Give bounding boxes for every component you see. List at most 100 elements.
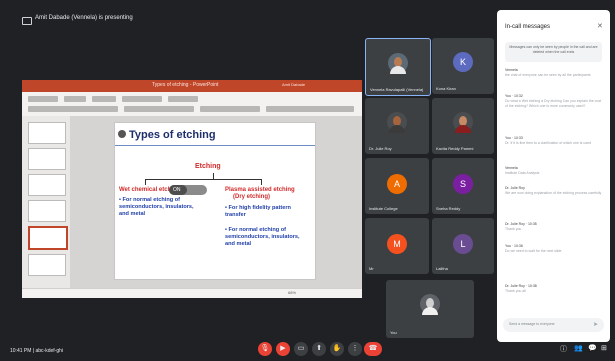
participant-name: Kavita Reddy Pammi [436,146,474,151]
chat-message: Dr. Julie Roy We are now doing explanatio… [505,186,602,196]
captions-icon[interactable]: ▭ [294,342,308,356]
present-icon[interactable]: ⬆ [312,342,326,356]
tree-root-label: Etching [195,163,221,170]
chat-input-placeholder: Send a message to everyone [509,322,555,326]
ribbon-tab[interactable] [168,96,198,102]
wet-etching-bullet: • For normal etching of semiconductors, … [119,197,194,217]
camera-off-icon[interactable]: ▶ [276,342,290,356]
participant-tile[interactable]: Vennela Ravulapalli (Vennela) [365,38,431,96]
title-divider [115,145,315,146]
participant-name: Vennela Ravulapalli (Vennela) [370,87,424,92]
chat-icon[interactable]: 💬 [588,344,597,352]
avatar: K [453,52,473,72]
self-view-tile[interactable]: You [386,280,474,338]
ribbon-tab[interactable] [122,96,162,102]
ppt-status-bar: 68% [22,288,362,298]
chat-message: Dr. Julie Roy · 10:38 Thank you all [505,284,602,294]
participant-tile[interactable]: K Kona Kiran [432,38,494,94]
send-icon[interactable]: ➤ [593,321,598,328]
message-body: the chat of everyone can be seen by all … [505,73,591,77]
chat-notice: Messages can only be seen by people in t… [505,42,602,62]
plasma-etching-bullet: • For high fidelity pattern transfer [225,205,291,218]
participant-photo [453,112,473,133]
chat-message: You · 10:33 Dr. If it is fine then to a c… [505,136,602,146]
meeting-code: abc-kdef-ghi [35,348,64,354]
ribbon-tab[interactable] [92,96,116,102]
ribbon-tab[interactable] [64,96,86,102]
participant-tile[interactable]: M Mr [365,218,429,274]
slide-title: Types of etching [129,129,216,141]
chat-title: In-call messages [505,24,551,30]
avatar: A [387,174,407,194]
raise-hand-icon[interactable]: ✋ [330,342,344,356]
ribbon-group[interactable] [266,106,354,112]
presenting-label: Amit Dabade (Vennela) is presenting [35,15,133,21]
plasma-etching-subtitle: (Dry etching) [233,194,271,200]
zoom-level[interactable]: 68% [288,290,296,295]
chat-message: Vennela Institute Data Analysis [505,166,602,176]
participant-name: You [390,330,397,335]
avatar: S [453,174,473,194]
tree-connector [261,179,262,185]
close-icon[interactable]: ✕ [597,22,603,30]
ppt-titlebar: Types of etching - PowerPoint Amit Dabad… [22,80,362,92]
mic-off-icon[interactable]: 🎙 [258,342,272,356]
participant-name: Mr [369,266,374,271]
slide-thumbnail[interactable] [28,174,66,196]
chat-input[interactable]: Send a message to everyone ➤ [503,318,604,332]
participant-photo [388,53,408,74]
participant-photo [387,112,407,133]
activities-icon[interactable]: ⊞ [601,344,607,352]
ribbon-group[interactable] [28,106,118,112]
chat-message: You · 10:36 Do we need to wait for the ne… [505,244,602,254]
participant-photo [420,294,440,315]
chat-panel: In-call messages ✕ Messages can only be … [497,10,610,342]
slide: Types of etching Etching Wet chemical et… [114,122,316,280]
bullet-icon [118,130,126,138]
end-call-icon[interactable]: ☎ [364,342,382,356]
ribbon-group[interactable] [200,106,260,112]
chat-message: Dr. Julie Roy · 10:35 Thank you [505,222,602,232]
message-body: Thank you all [505,289,526,293]
tree-connector [145,179,146,185]
slide-thumbnail[interactable] [28,200,66,222]
more-options-icon[interactable]: ⋮ [348,342,362,356]
present-screen-icon [22,17,32,25]
ppt-window-title: Types of etching - PowerPoint [152,82,219,88]
toggle-label: ON [173,187,181,193]
slide-canvas: Types of etching Etching Wet chemical et… [70,116,362,288]
meeting-info: 10:41 PM | abc-kdef-ghi [10,348,64,354]
participant-name: Sneha Reddy [436,206,461,211]
participant-tile[interactable]: A Institute College [365,158,429,214]
plasma-etching-bullet: • For normal etching of semiconductors, … [225,227,300,247]
plasma-etching-title: Plasma assisted etching [225,187,295,193]
message-body: Dr. If it is fine then to a clarificatio… [505,141,591,145]
participant-tile[interactable]: S Sneha Reddy [432,158,494,214]
ppt-ribbon [22,92,362,117]
slide-thumbnail[interactable] [28,148,66,170]
participant-name: Institute College [369,206,398,211]
ribbon-tab[interactable] [28,96,58,102]
people-icon[interactable]: 👥 [574,344,583,352]
slide-thumbnail-selected[interactable] [28,226,68,250]
ribbon-group[interactable] [124,106,194,112]
participant-tile[interactable]: L Lalitha [432,218,494,274]
message-body: Do what a Wet etching a Dry etching Can … [505,99,602,108]
slide-thumbnail[interactable] [28,122,66,144]
tree-connector [145,179,261,180]
slide-thumbnail[interactable] [28,254,66,276]
participant-tile[interactable]: Dr. Julie Roy [365,98,429,154]
participant-name: Dr. Julie Roy [369,146,392,151]
chat-message: Vennela the chat of everyone can be seen … [505,68,602,78]
shared-screen: Types of etching - PowerPoint Amit Dabad… [22,80,362,298]
avatar: M [387,234,407,254]
participant-tile[interactable]: Kavita Reddy Pammi [432,98,494,154]
clock-time: 10:41 PM [10,348,32,354]
participant-name: Lalitha [436,266,448,271]
message-body: Thank you [505,227,522,231]
info-icon[interactable]: ⓘ [560,344,567,354]
message-body: Do we need to wait for the next slide [505,249,562,253]
message-body: Institute Data Analysis [505,171,540,175]
participant-name: Kona Kiran [436,86,456,91]
pen-toggle[interactable]: ON [169,185,207,195]
